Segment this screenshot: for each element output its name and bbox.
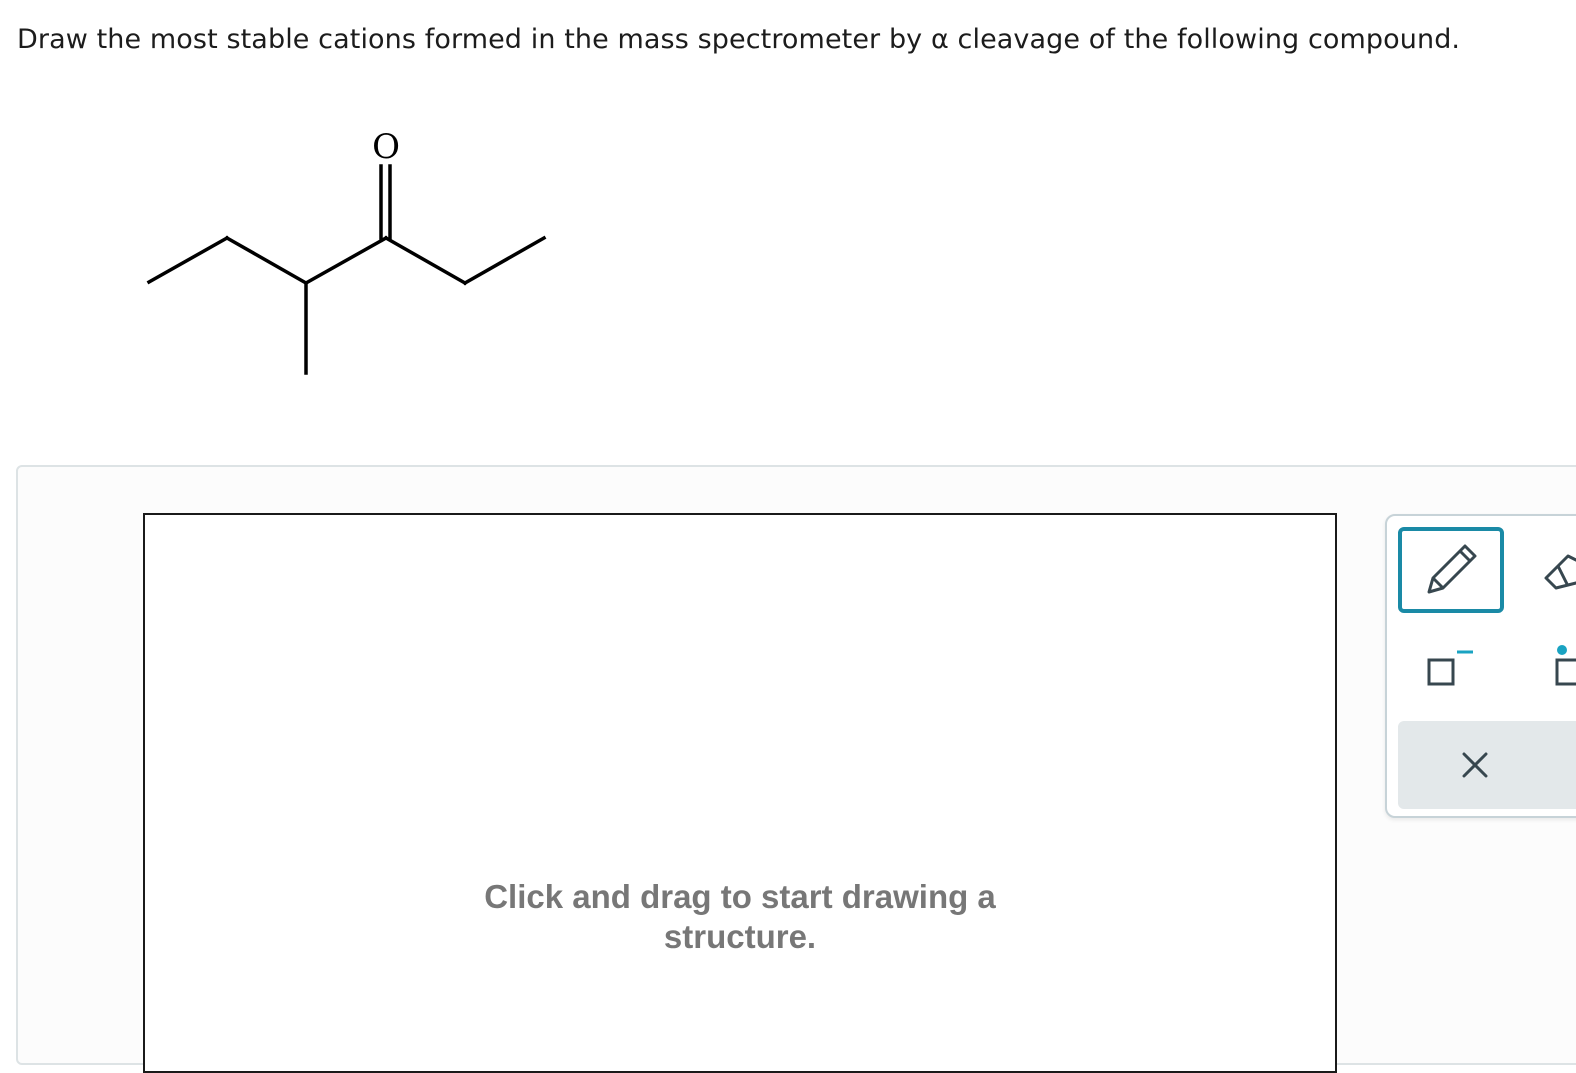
eraser-icon — [1544, 554, 1576, 590]
pencil-icon — [1427, 544, 1477, 594]
clear-canvas-button[interactable] — [1398, 721, 1576, 809]
negative-charge-tool-button[interactable] — [1417, 634, 1487, 704]
bond-c5-c6 — [462, 235, 547, 286]
pencil-tool-button[interactable] — [1398, 527, 1504, 613]
close-icon — [1462, 752, 1488, 778]
canvas-hint: Click and drag to start drawing a struct… — [145, 877, 1335, 957]
drawing-canvas[interactable]: Click and drag to start drawing a struct… — [143, 513, 1337, 1073]
canvas-hint-line-2: structure. — [663, 918, 817, 955]
negative-charge-icon — [1427, 650, 1473, 686]
drawing-toolbar — [1385, 514, 1576, 818]
bond-c3-c4 — [303, 235, 389, 286]
molecule-structure: O — [146, 127, 547, 375]
oxygen-atom-label: O — [372, 127, 400, 167]
bond-c1-c2 — [146, 235, 230, 285]
bond-c4-c5 — [383, 235, 468, 286]
radical-icon — [1555, 645, 1576, 686]
radical-tool-button[interactable] — [1537, 634, 1576, 704]
eraser-tool-button[interactable] — [1533, 527, 1576, 613]
canvas-hint-line-1: Click and drag to start drawing a — [484, 878, 996, 915]
bond-c2-c3 — [224, 235, 309, 286]
